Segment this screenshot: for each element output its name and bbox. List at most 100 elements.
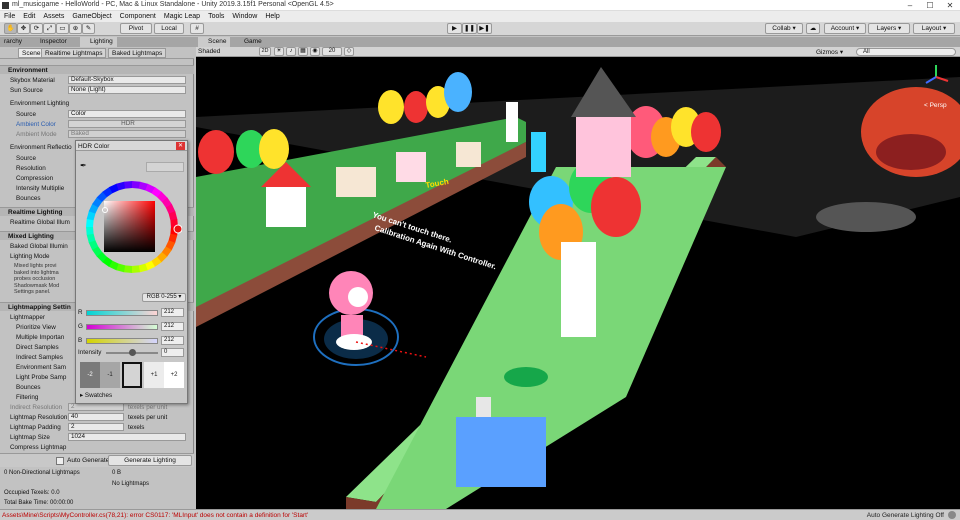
- maximize-button[interactable]: ☐: [920, 0, 940, 11]
- tab-hierarchy[interactable]: rarchy: [0, 37, 26, 47]
- light-toggle-icon[interactable]: ☀: [274, 47, 284, 56]
- pause-button[interactable]: ❚❚: [462, 23, 477, 34]
- hand-tool-icon[interactable]: ✋: [4, 23, 17, 34]
- menu-file[interactable]: File: [4, 11, 15, 22]
- tab-scene[interactable]: Scene: [198, 37, 231, 47]
- tab-game[interactable]: Game: [234, 37, 266, 47]
- rect-tool-icon[interactable]: ▭: [56, 23, 69, 34]
- gizmos-dropdown[interactable]: Gizmos ▾: [816, 48, 843, 56]
- menu-help[interactable]: Help: [265, 11, 279, 22]
- generate-bar: Auto Generate Generate Lighting: [0, 453, 194, 467]
- occupied-texels: Occupied Texels: 0.0: [4, 490, 60, 496]
- tab-lighting[interactable]: Lighting: [80, 37, 117, 47]
- palm-tree: [504, 367, 548, 387]
- fx-count[interactable]: 20: [322, 47, 342, 56]
- auto-generate-status: Auto Generate Lighting Off: [866, 512, 944, 519]
- indirect-resolution-field[interactable]: 2: [68, 403, 124, 411]
- swatch-minus-1[interactable]: -1: [100, 362, 120, 388]
- swatch-current[interactable]: [122, 362, 142, 388]
- layers-dropdown[interactable]: Layers ▾: [868, 23, 910, 34]
- ambient-color-field[interactable]: HDR: [68, 120, 186, 128]
- skybox-row: Skybox Material Default-Skybox: [10, 76, 194, 85]
- lightmap-size-dropdown[interactable]: 1024: [68, 433, 186, 441]
- generate-lighting-button[interactable]: Generate Lighting: [108, 455, 192, 466]
- color-preview-swatch: [146, 162, 184, 172]
- shadow: [816, 202, 916, 232]
- persp-label[interactable]: < Persp: [924, 102, 947, 109]
- menu-gameobject[interactable]: GameObject: [72, 11, 111, 22]
- menu-component[interactable]: Component: [120, 11, 156, 22]
- scene-tabs: Scene Game: [196, 37, 960, 47]
- swatch-minus-2[interactable]: -2: [80, 362, 100, 388]
- hdr-title: HDR Color: [78, 143, 110, 150]
- hidden-objects-icon[interactable]: ◉: [310, 47, 320, 56]
- color-wheel[interactable]: [82, 177, 182, 277]
- layers-visibility-icon[interactable]: ◇: [344, 47, 354, 56]
- lightmap-resolution-row: Lightmap Resolution 40 texels per unit: [10, 413, 168, 421]
- ambient-mode-dropdown[interactable]: Baked: [68, 130, 186, 138]
- cloud-icon[interactable]: ☁: [806, 23, 820, 34]
- scene-search-input[interactable]: All: [856, 48, 956, 56]
- lightmap-padding-field[interactable]: 2: [68, 423, 124, 431]
- minimize-button[interactable]: –: [900, 0, 920, 11]
- fx-toggle-icon[interactable]: ▦: [298, 47, 308, 56]
- color-mode-dropdown[interactable]: RGB 0-255 ▾: [142, 293, 186, 302]
- menu-magic-leap[interactable]: Magic Leap: [164, 11, 200, 22]
- swatch-plus-1[interactable]: +1: [144, 362, 164, 388]
- channel-g-slider[interactable]: [86, 324, 158, 330]
- swatches-foldout[interactable]: ▸ Swatches: [80, 392, 112, 399]
- swatch-plus-2[interactable]: +2: [164, 362, 184, 388]
- scale-tool-icon[interactable]: ⤢: [43, 23, 56, 34]
- channel-b-slider[interactable]: [86, 338, 158, 344]
- environment-header[interactable]: Environment: [0, 65, 194, 74]
- play-button[interactable]: ▶: [447, 23, 462, 34]
- move-tool-icon[interactable]: ✥: [17, 23, 30, 34]
- pivot-toggle[interactable]: Pivot: [120, 23, 152, 34]
- tab-inspector[interactable]: Inspector: [36, 37, 71, 47]
- channel-r-slider[interactable]: [86, 310, 158, 316]
- channel-r-field[interactable]: 212: [161, 308, 184, 317]
- custom-tool-icon[interactable]: ✎: [82, 23, 95, 34]
- skybox-field[interactable]: Default-Skybox: [68, 76, 186, 84]
- account-dropdown[interactable]: Account ▾: [824, 23, 866, 34]
- intensity-field[interactable]: 0: [161, 348, 184, 357]
- left-dock-tabs: rarchy Inspector Lighting: [0, 37, 196, 47]
- audio-toggle-icon[interactable]: ♪: [286, 47, 296, 56]
- shading-dropdown[interactable]: Shaded: [198, 48, 220, 55]
- local-toggle[interactable]: Local: [154, 23, 184, 34]
- menu-assets[interactable]: Assets: [43, 11, 64, 22]
- step-button[interactable]: ▶❚: [477, 23, 492, 34]
- layout-dropdown[interactable]: Layout ▾: [913, 23, 955, 34]
- ambient-mode-row: Ambient Mode Baked: [16, 130, 200, 139]
- source-dropdown[interactable]: Color: [68, 110, 186, 118]
- tab-realtime-lightmaps[interactable]: Realtime Lightmaps: [41, 48, 107, 58]
- tab-baked-lightmaps[interactable]: Baked Lightmaps: [108, 48, 167, 58]
- channel-g-row: G 212: [78, 322, 186, 332]
- menu-window[interactable]: Window: [232, 11, 257, 22]
- collab-dropdown[interactable]: Collab ▾: [765, 23, 803, 34]
- grid-snap-icon[interactable]: #: [190, 23, 204, 34]
- sun-field[interactable]: None (Light): [68, 86, 186, 94]
- channel-b-field[interactable]: 212: [161, 336, 184, 345]
- intensity-slider-handle[interactable]: [129, 349, 136, 356]
- env-lighting-label: Environment Lighting: [10, 100, 70, 107]
- transform-tool-icon[interactable]: ⊕: [69, 23, 82, 34]
- scene-viewport[interactable]: < Persp Touch You can't touch there. Cal…: [196, 57, 960, 509]
- bake-stats: 0 Non-Directional Lightmaps 0 B No Light…: [0, 467, 194, 509]
- lighting-subtabs: Scene Realtime Lightmaps Baked Lightmaps: [0, 47, 194, 59]
- hdr-close-icon[interactable]: ✕: [176, 142, 185, 150]
- close-button[interactable]: ✕: [940, 0, 960, 11]
- eyedropper-icon[interactable]: ✒: [80, 161, 87, 170]
- mixed-help-box: Mixed lights provi baked into lightma pr…: [14, 263, 60, 295]
- 2d-toggle[interactable]: 2D: [259, 47, 271, 56]
- lightmap-padding-row: Lightmap Padding 2 texels: [10, 423, 145, 431]
- lightmap-resolution-field[interactable]: 40: [68, 413, 124, 421]
- auto-generate-checkbox[interactable]: [56, 457, 64, 465]
- menu-edit[interactable]: Edit: [23, 11, 35, 22]
- menu-tools[interactable]: Tools: [208, 11, 224, 22]
- rotate-tool-icon[interactable]: ⟳: [30, 23, 43, 34]
- sun-row: Sun Source None (Light): [10, 86, 194, 95]
- exposure-swatches: -2 -1 +1 +2: [80, 362, 184, 388]
- console-error-message[interactable]: Assets\Mine\Scripts\MyController.cs(78,2…: [2, 512, 308, 519]
- channel-g-field[interactable]: 212: [161, 322, 184, 331]
